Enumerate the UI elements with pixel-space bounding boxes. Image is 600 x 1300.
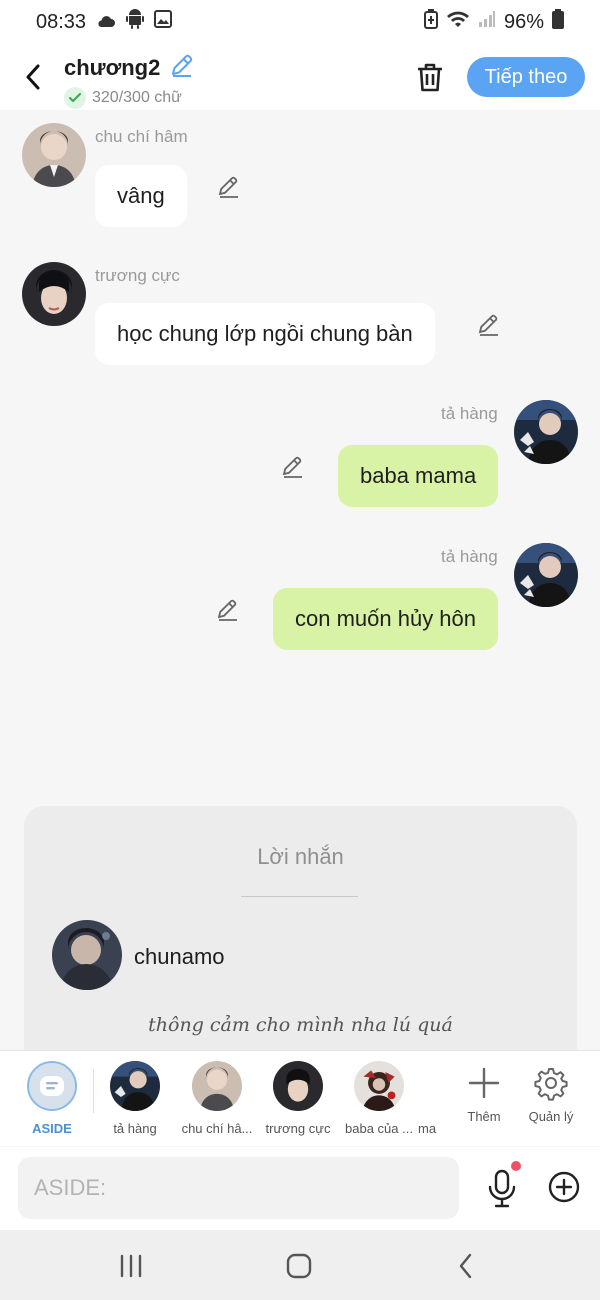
character-avatar — [354, 1061, 404, 1111]
microphone-button[interactable] — [486, 1169, 518, 1209]
recording-indicator-dot — [511, 1161, 521, 1171]
word-count-text: 320/300 chữ — [92, 89, 182, 106]
recent-apps-icon — [120, 1254, 142, 1278]
add-character-button[interactable]: Thêm — [451, 1063, 517, 1124]
avatar-truong-cuc[interactable] — [22, 262, 86, 326]
edit-message-pencil-icon[interactable] — [281, 455, 305, 479]
note-text: thông cảm cho mình nha lú quá — [148, 1014, 453, 1036]
check-icon — [64, 87, 86, 109]
next-button[interactable]: Tiếp theo — [467, 57, 585, 97]
aside-icon — [27, 1061, 77, 1111]
status-time: 08:33 — [36, 10, 87, 33]
gear-icon — [531, 1063, 571, 1103]
message-input[interactable] — [18, 1157, 459, 1219]
message-bubble[interactable]: học chung lớp ngồi chung bàn — [95, 303, 435, 365]
message-bubble[interactable]: con muốn hủy hôn — [273, 588, 499, 650]
back-button[interactable] — [20, 60, 48, 94]
note-author-name: chunamo — [134, 944, 225, 969]
cloud-icon — [96, 11, 116, 34]
plus-circle-icon — [548, 1171, 580, 1203]
status-bar: 08:33 96% — [0, 0, 600, 44]
system-back-button[interactable] — [452, 1252, 482, 1280]
composer — [0, 1147, 600, 1230]
battery-saver-icon — [423, 9, 438, 35]
system-navigation-bar — [0, 1230, 600, 1300]
edit-message-pencil-icon[interactable] — [217, 175, 241, 199]
character-avatar — [192, 1061, 242, 1111]
avatar-chu-chi-ham[interactable] — [22, 123, 86, 187]
character-label: tả hàng — [113, 1121, 157, 1136]
message-bubble[interactable]: baba mama — [338, 445, 499, 507]
image-icon — [154, 10, 173, 34]
chat-area: chu chí hâm vâng trương cực học chung lớ… — [0, 110, 600, 800]
character-label: ma — [418, 1121, 437, 1136]
signal-icon — [478, 10, 496, 34]
edit-message-pencil-icon[interactable] — [477, 313, 501, 337]
character-ta-hang[interactable]: tả hàng — [93, 1061, 177, 1136]
character-label: trương cực — [265, 1121, 331, 1136]
note-heading: Lời nhắn — [257, 844, 344, 869]
title-area: chương2 320/300 chữ — [64, 52, 195, 109]
character-chu-chi-ham[interactable]: chu chí hâ... — [175, 1061, 259, 1136]
home-button[interactable] — [284, 1252, 314, 1280]
battery-level: 96% — [503, 10, 544, 33]
editor-header: chương2 320/300 chữ Tiếp theo — [0, 44, 600, 110]
character-label: ASIDE — [32, 1121, 72, 1136]
trash-icon — [418, 63, 442, 92]
character-label: chu chí hâ... — [181, 1121, 253, 1136]
character-truong-cuc[interactable]: trương cực — [256, 1061, 340, 1136]
note-author-avatar — [52, 920, 122, 990]
delete-button[interactable] — [414, 60, 446, 94]
sender-name: trương cực — [95, 266, 180, 285]
chapter-title: chương2 — [64, 54, 161, 80]
plus-icon — [464, 1063, 504, 1103]
author-note-card: Lời nhắn chunamo thông cảm cho mình nha … — [24, 806, 577, 1066]
character-bar: ASIDE tả hàng chu chí hâ... trương cực b… — [0, 1050, 600, 1146]
add-attachment-button[interactable] — [548, 1171, 580, 1203]
character-label: baba của ... — [345, 1121, 413, 1136]
back-arrow-icon — [459, 1253, 472, 1279]
edit-message-pencil-icon[interactable] — [216, 598, 240, 622]
android-icon — [126, 9, 145, 35]
recent-apps-button[interactable] — [116, 1252, 146, 1280]
character-avatar — [273, 1061, 323, 1111]
character-baba[interactable]: baba của ... — [337, 1061, 421, 1136]
note-divider — [241, 896, 358, 897]
microphone-icon — [488, 1169, 516, 1208]
sender-name: chu chí hâm — [95, 127, 188, 146]
edit-title-pencil-icon[interactable] — [169, 52, 195, 83]
manage-label: Quản lý — [528, 1109, 574, 1124]
character-aside[interactable]: ASIDE — [10, 1061, 94, 1136]
wifi-icon — [446, 10, 470, 34]
battery-icon — [552, 9, 564, 35]
chevron-left-icon — [26, 64, 40, 90]
sender-name: tả hàng — [441, 547, 498, 566]
manage-characters-button[interactable]: Quản lý — [518, 1063, 584, 1124]
message-bubble[interactable]: vâng — [95, 165, 187, 227]
word-count: 320/300 chữ — [64, 87, 195, 109]
add-label: Thêm — [467, 1109, 501, 1124]
character-ma[interactable]: ma — [418, 1061, 442, 1136]
character-avatar — [110, 1061, 160, 1111]
avatar-ta-hang[interactable] — [514, 400, 578, 464]
sender-name: tả hàng — [441, 404, 498, 423]
avatar-ta-hang[interactable] — [514, 543, 578, 607]
home-icon — [286, 1253, 312, 1279]
